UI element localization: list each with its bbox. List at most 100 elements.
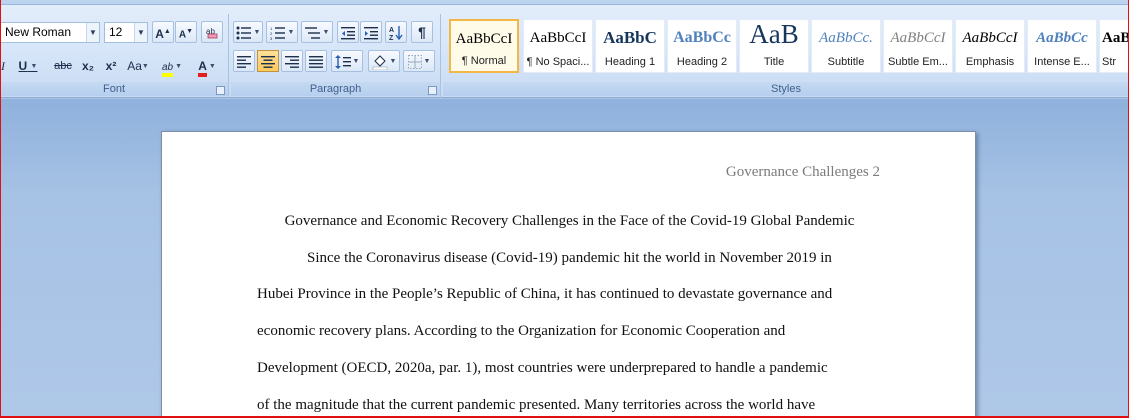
show-hide-button[interactable]: ¶ bbox=[411, 21, 433, 43]
decrease-indent-button[interactable] bbox=[337, 21, 359, 43]
align-right-icon bbox=[285, 55, 299, 68]
subscript-label: x₂ bbox=[81, 59, 94, 73]
chevron-down-icon[interactable]: ▼ bbox=[388, 58, 397, 65]
style-name: ¶ Normal bbox=[461, 55, 507, 67]
chevron-down-icon[interactable]: ▼ bbox=[31, 63, 38, 70]
justify-button[interactable] bbox=[305, 50, 327, 72]
font-color-button[interactable]: A ▼ bbox=[192, 55, 222, 77]
body-line[interactable]: economic recovery plans. According to th… bbox=[257, 323, 785, 340]
svg-text:3: 3 bbox=[270, 36, 273, 40]
change-case-label: Aa bbox=[127, 59, 142, 73]
multilevel-list-button[interactable]: ▼ bbox=[301, 21, 333, 43]
style-sample: AaBbCcI bbox=[455, 31, 513, 47]
body-line[interactable]: of the magnitude that the current pandem… bbox=[257, 397, 815, 414]
body-line[interactable]: Hubei Province in the People’s Republic … bbox=[257, 286, 832, 303]
chevron-down-icon[interactable]: ▼ bbox=[173, 63, 182, 70]
style-sample: AaB bbox=[1102, 30, 1128, 46]
chevron-down-icon[interactable]: ▼ bbox=[252, 29, 261, 36]
align-center-button[interactable] bbox=[257, 50, 279, 72]
chevron-down-icon[interactable]: ▼ bbox=[86, 23, 99, 42]
sort-button[interactable]: AZ bbox=[385, 21, 407, 43]
style-subtle-emphasis[interactable]: AaBbCcI Subtle Em... bbox=[883, 19, 953, 73]
grow-font-button[interactable]: A▲ bbox=[152, 21, 174, 43]
align-center-icon bbox=[261, 55, 275, 68]
font-dialog-launcher-icon[interactable] bbox=[216, 86, 225, 95]
style-emphasis[interactable]: AaBbCcI Emphasis bbox=[955, 19, 1025, 73]
paragraph-dialog-launcher-icon[interactable] bbox=[428, 86, 437, 95]
body-line[interactable]: Since the Coronavirus disease (Covid-19)… bbox=[307, 250, 832, 267]
chevron-down-icon[interactable]: ▼ bbox=[134, 23, 147, 42]
style-title[interactable]: AaB Title bbox=[739, 19, 809, 73]
clear-formatting-icon: ab bbox=[206, 27, 218, 39]
style-sample: AaBbCcI bbox=[890, 30, 946, 46]
chevron-down-icon[interactable]: ▼ bbox=[321, 29, 330, 36]
multilevel-list-icon bbox=[304, 27, 320, 39]
clear-formatting-button[interactable]: ab bbox=[201, 21, 223, 43]
style-name: Subtitle bbox=[827, 56, 865, 68]
chevron-down-icon[interactable]: ▼ bbox=[422, 58, 431, 65]
line-spacing-button[interactable]: ▼ bbox=[331, 50, 363, 72]
style-sample: AaBbCcI bbox=[529, 30, 587, 46]
style-subtitle[interactable]: AaBbCc. Subtitle bbox=[811, 19, 881, 73]
document-page[interactable]: Governance Challenges 2 Governance and E… bbox=[161, 131, 976, 418]
svg-text:Z: Z bbox=[389, 35, 394, 41]
style-no-spacing[interactable]: AaBbCcI ¶ No Spaci... bbox=[523, 19, 593, 73]
align-left-button[interactable] bbox=[233, 50, 255, 72]
increase-indent-icon bbox=[364, 26, 378, 40]
strikethrough-button[interactable]: abc bbox=[50, 55, 76, 77]
align-left-icon bbox=[237, 55, 251, 68]
style-name: Title bbox=[763, 56, 785, 68]
document-title[interactable]: Governance and Economic Recovery Challen… bbox=[162, 213, 977, 230]
superscript-button[interactable]: x² bbox=[101, 55, 121, 77]
style-sample: AaBbCcI bbox=[962, 30, 1018, 46]
shading-button[interactable]: ▼ bbox=[368, 50, 400, 72]
font-name-combo[interactable]: New Roman ▼ bbox=[0, 22, 100, 43]
increase-indent-button[interactable] bbox=[360, 21, 382, 43]
underline-label: U bbox=[18, 59, 28, 73]
chevron-down-icon[interactable]: ▼ bbox=[286, 29, 295, 36]
style-intense-emphasis[interactable]: AaBbCc Intense E... bbox=[1027, 19, 1097, 73]
body-line[interactable]: Development (OECD, 2020a, par. 1), most … bbox=[257, 360, 828, 377]
borders-icon bbox=[407, 54, 422, 69]
bullets-icon bbox=[236, 26, 251, 40]
subscript-button[interactable]: x₂ bbox=[78, 55, 98, 77]
style-name: Heading 2 bbox=[676, 56, 728, 68]
style-name: Intense E... bbox=[1034, 56, 1090, 68]
font-group: New Roman ▼ 12 ▼ A▲ A▼ ab I U ▼ abc x₂ x… bbox=[0, 14, 229, 98]
style-heading-2[interactable]: AaBbCc Heading 2 bbox=[667, 19, 737, 73]
chevron-down-icon[interactable]: ▼ bbox=[351, 58, 360, 65]
pilcrow-icon: ¶ bbox=[418, 24, 426, 40]
shrink-font-button[interactable]: A▼ bbox=[175, 21, 197, 43]
italic-label: I bbox=[1, 59, 5, 73]
numbering-button[interactable]: 123 ▼ bbox=[266, 21, 298, 43]
document-canvas[interactable]: Governance Challenges 2 Governance and E… bbox=[0, 99, 1129, 418]
borders-button[interactable]: ▼ bbox=[403, 50, 435, 72]
chevron-down-icon[interactable]: ▼ bbox=[142, 63, 149, 70]
paragraph-group: ▼ 123 ▼ ▼ AZ ¶ ▼ ▼ ▼ Paragraph bbox=[231, 14, 441, 98]
font-size-combo[interactable]: 12 ▼ bbox=[104, 22, 148, 43]
bullets-button[interactable]: ▼ bbox=[233, 21, 263, 43]
ribbon-tab-strip bbox=[0, 0, 1129, 5]
line-spacing-icon bbox=[334, 54, 351, 69]
page-header[interactable]: Governance Challenges 2 bbox=[726, 164, 880, 181]
font-color-label: A bbox=[198, 59, 207, 77]
style-name: Heading 1 bbox=[604, 56, 656, 68]
style-sample: AaB bbox=[749, 22, 799, 46]
font-name-value: New Roman bbox=[5, 25, 72, 39]
strikethrough-label: abc bbox=[54, 60, 72, 72]
change-case-button[interactable]: Aa▼ bbox=[124, 55, 152, 77]
font-size-value: 12 bbox=[109, 25, 123, 39]
style-strong[interactable]: AaB Str bbox=[1099, 19, 1129, 73]
sort-icon: AZ bbox=[389, 25, 403, 42]
underline-button[interactable]: U ▼ bbox=[16, 55, 40, 77]
svg-text:A: A bbox=[389, 27, 394, 34]
chevron-down-icon[interactable]: ▼ bbox=[207, 63, 216, 70]
highlight-button[interactable]: ab ▼ bbox=[156, 55, 188, 77]
highlight-label: ab bbox=[162, 62, 174, 77]
style-heading-1[interactable]: AaBbC Heading 1 bbox=[595, 19, 665, 73]
align-right-button[interactable] bbox=[281, 50, 303, 72]
italic-button[interactable]: I bbox=[0, 55, 10, 77]
justify-icon bbox=[309, 55, 323, 68]
style-normal[interactable]: AaBbCcI ¶ Normal bbox=[449, 19, 519, 73]
grow-font-label: A bbox=[155, 27, 164, 41]
